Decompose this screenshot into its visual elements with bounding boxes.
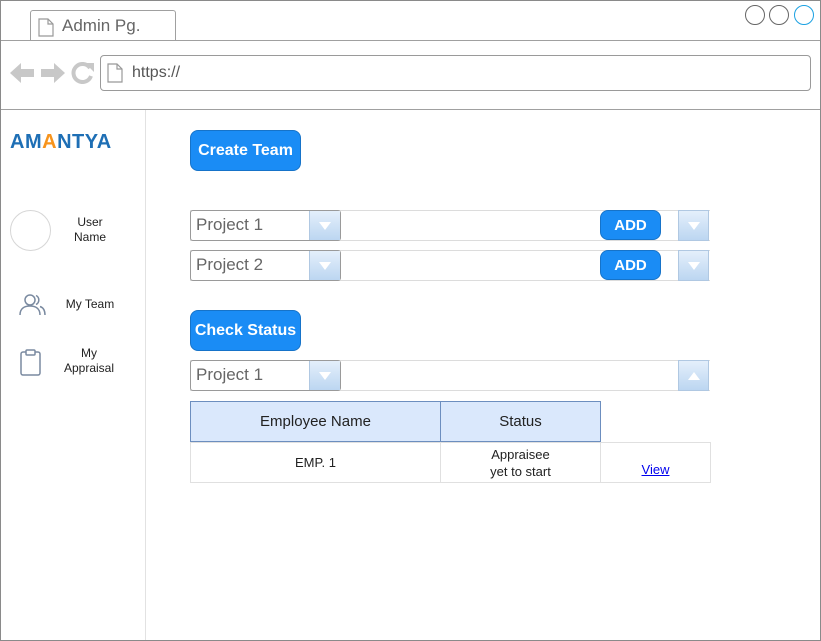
status-project-value: Project 1 [196, 365, 264, 384]
back-arrow-icon[interactable] [10, 62, 35, 89]
url-text: https:// [132, 64, 181, 81]
project-select[interactable]: Project 1 [190, 210, 341, 241]
browser-window [0, 0, 821, 641]
column-header-employee-name: Employee Name [190, 401, 441, 442]
column-header-status: Status [440, 401, 601, 442]
avatar[interactable] [10, 210, 51, 251]
user-name-line: User [77, 215, 103, 229]
sidebar-item-label: Appraisal [63, 361, 115, 375]
tab-title: Admin Pg. [62, 16, 141, 35]
cell-action: View [600, 442, 711, 483]
close-button[interactable] [794, 5, 814, 25]
user-name: User Name [60, 215, 120, 245]
sidebar-item-label: My Team [65, 297, 115, 311]
status-text: Appraisee [491, 446, 550, 462]
project-select[interactable]: Project 2 [190, 250, 341, 281]
create-team-button[interactable]: Create Team [190, 130, 301, 171]
minimize-button[interactable] [745, 5, 765, 25]
forward-arrow-icon[interactable] [40, 62, 65, 89]
chevron-down-icon[interactable] [309, 211, 340, 240]
add-button[interactable]: ADD [600, 250, 661, 280]
chevron-down-icon[interactable] [309, 251, 340, 280]
sidebar-item-my-appraisal[interactable]: My Appraisal [59, 346, 119, 376]
cell-status: Appraisee yet to start [440, 442, 601, 483]
status-project-select[interactable]: Project 1 [190, 360, 341, 391]
member-dropdown[interactable] [678, 250, 709, 281]
user-name-line: Name [73, 230, 106, 244]
chrome-divider [1, 109, 820, 110]
view-link[interactable]: View [642, 461, 670, 478]
logo-text: AM [10, 131, 43, 153]
check-status-button[interactable]: Check Status [190, 310, 301, 351]
page-icon [38, 18, 54, 42]
sidebar-item-label: My [81, 346, 97, 360]
chevron-down-icon[interactable] [309, 361, 340, 390]
cell-employee-name: EMP. 1 [190, 442, 441, 483]
sidebar-item-my-team[interactable]: My Team [60, 297, 120, 312]
chevron-down-icon [687, 257, 700, 275]
status-text: yet to start [490, 463, 551, 479]
tab-divider [1, 40, 820, 41]
logo-accent: A [42, 131, 58, 153]
logo: AMANTYA [10, 131, 112, 154]
page-icon [107, 63, 123, 88]
project-select-value: Project 2 [196, 255, 264, 274]
chevron-down-icon [687, 217, 700, 235]
reload-icon[interactable] [71, 62, 95, 89]
maximize-button[interactable] [769, 5, 789, 25]
add-button[interactable]: ADD [600, 210, 661, 240]
team-icon[interactable] [19, 293, 47, 322]
member-dropdown[interactable] [678, 210, 709, 241]
clipboard-icon[interactable] [20, 349, 41, 381]
project-select-value: Project 1 [196, 215, 264, 234]
sidebar-divider [145, 110, 146, 640]
chevron-up-icon [687, 367, 700, 385]
collapse-table-button[interactable] [678, 360, 709, 391]
browser-tab[interactable]: Admin Pg. [30, 10, 176, 41]
logo-text: NTYA [57, 131, 112, 153]
address-bar[interactable]: https:// [100, 55, 811, 91]
